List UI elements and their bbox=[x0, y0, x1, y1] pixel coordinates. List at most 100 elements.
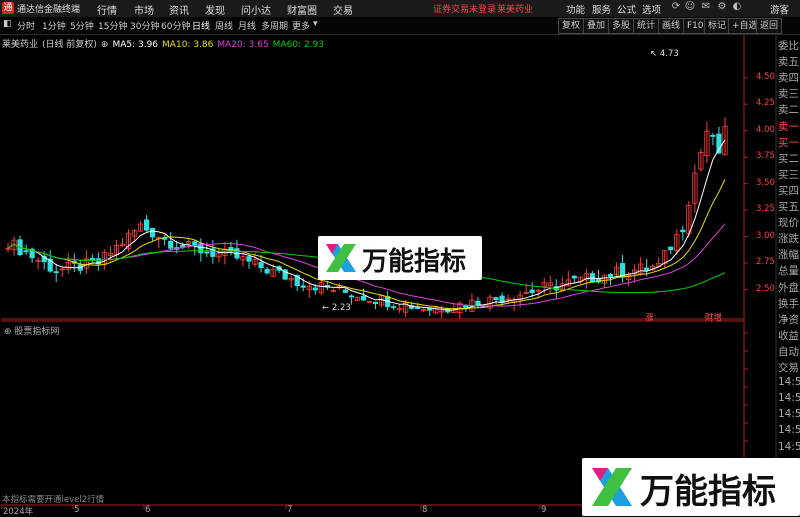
menu-discover[interactable]: 发现 bbox=[205, 2, 225, 17]
period-timeshare[interactable]: 分时 bbox=[17, 19, 35, 32]
watermark-text: 万能指标 bbox=[640, 472, 776, 512]
side-list-item[interactable]: 买一 bbox=[778, 135, 800, 150]
period-1min[interactable]: 1分钟 bbox=[42, 19, 66, 32]
y-tick-label: 4.00 bbox=[756, 124, 775, 135]
period-monthly[interactable]: 月线 bbox=[238, 19, 256, 32]
chevron-down-icon[interactable]: ▾ bbox=[313, 19, 318, 29]
side-list-item[interactable]: 卖五 bbox=[778, 54, 800, 69]
side-list-item[interactable]: 卖三 bbox=[778, 86, 800, 101]
side-list-item[interactable]: 涨跌 bbox=[778, 231, 800, 246]
period-60min[interactable]: 60分钟 bbox=[161, 19, 190, 32]
candle-body bbox=[246, 256, 252, 262]
app-title: 通达信金融终端 bbox=[17, 5, 81, 15]
period-5min[interactable]: 5分钟 bbox=[70, 19, 94, 32]
period-30min[interactable]: 30分钟 bbox=[130, 19, 159, 32]
ma-settings-icon[interactable]: ⊕ bbox=[101, 40, 109, 50]
candle-body bbox=[258, 262, 264, 269]
period-daily[interactable]: 日线 bbox=[192, 19, 210, 32]
settings-icon[interactable]: ⚙ bbox=[715, 1, 729, 12]
mark-button[interactable]: 标记 bbox=[704, 18, 731, 34]
period-15min[interactable]: 15分钟 bbox=[98, 19, 127, 32]
ma20-value: MA20: 3.65 bbox=[217, 40, 269, 50]
login-notice[interactable]: 证券交易未登录 bbox=[433, 2, 496, 15]
candle-body bbox=[716, 133, 722, 154]
menu-news[interactable]: 资讯 bbox=[169, 2, 189, 17]
candle-body bbox=[360, 296, 367, 301]
side-list-item[interactable]: 交易 bbox=[778, 360, 800, 375]
side-list-item[interactable]: 总量 bbox=[778, 263, 800, 278]
candle-body bbox=[162, 237, 168, 240]
period-weekly[interactable]: 周线 bbox=[215, 19, 233, 32]
side-list-item[interactable]: 买三 bbox=[778, 167, 800, 182]
period-more[interactable]: 更多 bbox=[292, 19, 310, 32]
candle-body bbox=[264, 268, 270, 274]
side-list-item[interactable]: 卖一 bbox=[778, 119, 800, 134]
side-list-item[interactable]: 现价 bbox=[778, 215, 800, 230]
menu-wealth-circle[interactable]: 财富圈 bbox=[287, 2, 317, 17]
watermark-logo-icon bbox=[326, 244, 356, 272]
stock-name: 莱美药业 bbox=[2, 40, 39, 50]
menu-options[interactable]: 选项 bbox=[642, 2, 661, 16]
side-list-item[interactable]: 卖四 bbox=[778, 70, 800, 85]
stats-button[interactable]: 统计 bbox=[633, 18, 660, 34]
menu-formula[interactable]: 公式 bbox=[617, 2, 636, 16]
menu-ask-xiaoda[interactable]: 问小达 bbox=[241, 2, 271, 17]
side-list-item[interactable]: 收益 bbox=[778, 328, 800, 343]
side-list-item[interactable]: 14:5 bbox=[778, 408, 800, 420]
y-tick-label: 2.75 bbox=[756, 257, 775, 268]
side-list-item[interactable]: 自动 bbox=[778, 344, 800, 359]
skin-icon[interactable]: ◐ bbox=[730, 1, 744, 12]
side-list-item[interactable]: 外盘 bbox=[778, 280, 800, 295]
guest-user[interactable]: 游客 bbox=[770, 2, 789, 16]
side-list-item[interactable]: 卖二 bbox=[778, 102, 800, 117]
menu-trade[interactable]: 交易 bbox=[333, 2, 353, 17]
ma10-value: MA10: 3.86 bbox=[162, 40, 214, 50]
overlay-button[interactable]: 叠加 bbox=[583, 18, 610, 34]
menu-function[interactable]: 功能 bbox=[566, 2, 585, 16]
app-logo-icon: 通 bbox=[2, 2, 14, 14]
watermark-text: 万能指标 bbox=[362, 247, 467, 277]
candle-body bbox=[168, 240, 174, 249]
side-list-item[interactable]: 换手 bbox=[778, 296, 800, 311]
refresh-icon[interactable]: ⟳ bbox=[669, 1, 683, 12]
side-list-item[interactable]: 14:5 bbox=[778, 376, 800, 388]
y-tick-label: 3.25 bbox=[756, 204, 775, 215]
watermark-center: 万能指标 bbox=[318, 236, 482, 280]
menu-market[interactable]: 市场 bbox=[134, 2, 154, 17]
back-button[interactable]: 返回 bbox=[756, 18, 783, 34]
adjust-button[interactable]: 复权 bbox=[558, 18, 585, 34]
side-list-item[interactable]: 14:5 bbox=[778, 424, 800, 436]
side-list-item[interactable]: 14:5 bbox=[778, 441, 800, 453]
draw-line-button[interactable]: 画线 bbox=[658, 18, 685, 34]
side-list-item[interactable]: 净资 bbox=[778, 312, 800, 327]
indicator-settings-icon[interactable]: ⊕ bbox=[4, 327, 14, 337]
ma5-value: MA5: 3.96 bbox=[112, 40, 159, 50]
indicator-panel-label[interactable]: ⊕ 股票指标网 bbox=[4, 324, 59, 337]
side-list-item[interactable]: 14:5 bbox=[778, 392, 800, 404]
event-tag-b[interactable]: 财增 bbox=[705, 311, 722, 323]
side-list-item[interactable]: 买二 bbox=[778, 151, 800, 166]
ma60-value: MA60: 2.93 bbox=[272, 40, 324, 50]
y-tick-label: 4.25 bbox=[756, 98, 775, 109]
side-list-item[interactable]: 涨幅 bbox=[778, 247, 800, 262]
candle-body bbox=[668, 246, 674, 251]
menu-quotes[interactable]: 行情 bbox=[97, 2, 117, 17]
watermark-logo-icon bbox=[592, 468, 632, 506]
event-tag-a[interactable]: 涨 bbox=[645, 311, 654, 323]
candle-body bbox=[23, 250, 29, 253]
candle-body bbox=[415, 307, 421, 310]
candle-body bbox=[571, 275, 577, 279]
x-tick-label: 7 bbox=[287, 505, 293, 515]
side-list-item[interactable]: 委比 bbox=[778, 38, 800, 53]
toggle-panel-icon[interactable]: ◧ bbox=[3, 19, 12, 29]
period-multi[interactable]: 多周期 bbox=[261, 19, 288, 32]
message-icon[interactable]: ✉ bbox=[699, 1, 713, 12]
menu-service[interactable]: 服务 bbox=[592, 2, 611, 16]
side-list-item[interactable]: 买五 bbox=[778, 199, 800, 214]
candle-body bbox=[342, 289, 349, 293]
user-icon[interactable]: ☺ bbox=[683, 1, 697, 12]
candle-body bbox=[348, 295, 355, 298]
multi-stock-button[interactable]: 多股 bbox=[608, 18, 635, 34]
side-list-item[interactable]: 买四 bbox=[778, 183, 800, 198]
period-toolbar: ◧ 分时 1分钟 5分钟 15分钟 30分钟 60分钟 日线 周线 月线 多周期… bbox=[0, 17, 800, 35]
